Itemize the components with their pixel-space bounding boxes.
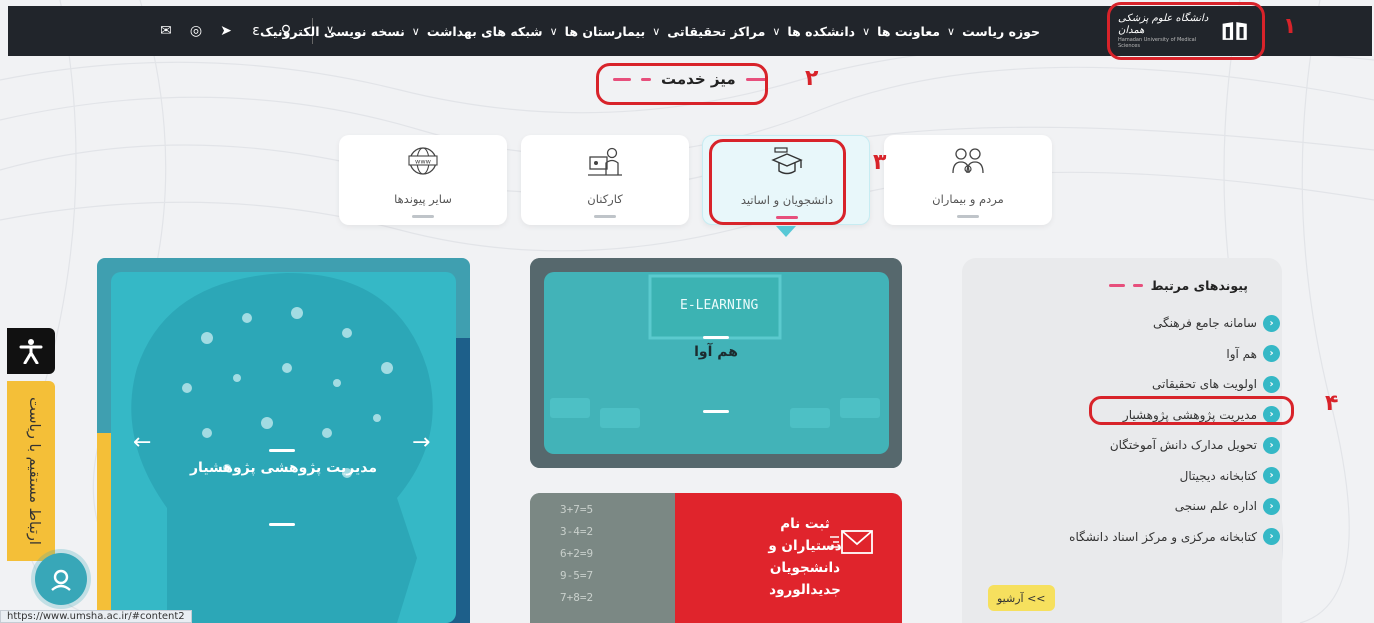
- chevron-left-icon: ‹: [1263, 375, 1280, 393]
- chevron-left-icon: ‹: [1263, 497, 1280, 515]
- menu-item-e-prescription[interactable]: نسخه نویسی الکترونیک: [260, 24, 405, 39]
- card-staff[interactable]: کارکنان: [521, 135, 689, 225]
- related-link[interactable]: ‹ سامانه جامع فرهنگی: [962, 308, 1282, 339]
- menu-item-faculties[interactable]: دانشکده ها: [787, 24, 855, 39]
- chevron-left-icon: ‹: [1263, 467, 1280, 485]
- elearning-dash-top: [703, 324, 729, 343]
- chevron-down-icon: ∨: [862, 24, 871, 38]
- elearning-dash-bottom: [703, 398, 729, 417]
- annotation-box-title: [596, 63, 768, 105]
- related-link[interactable]: ‹ کتابخانه مرکزی و مرکز اسناد دانشگاه: [962, 522, 1282, 553]
- web-icon: www: [408, 147, 438, 175]
- slider-title: مدیریت پژوهشی پژوهشیار: [190, 460, 377, 476]
- svg-text:3-4=2: 3-4=2: [560, 525, 593, 538]
- svg-text:3+7=5: 3+7=5: [560, 503, 593, 516]
- card-label: کارکنان: [587, 192, 623, 206]
- chevron-left-icon: ‹: [1263, 345, 1280, 363]
- slider-prev-arrow-icon[interactable]: ←: [133, 430, 151, 455]
- related-link[interactable]: ‹ کتابخانه دیجیتال: [962, 461, 1282, 492]
- related-link[interactable]: ‹ تحویل مدارک دانش آموختگان: [962, 430, 1282, 461]
- archive-button[interactable]: آرشیو <<: [988, 585, 1055, 611]
- slider-next-arrow-icon[interactable]: →: [412, 430, 430, 455]
- chalkboard-illustration: 3+7=5 3-4=2 6+2=9 9-5=7 7+8=2: [530, 493, 680, 623]
- title-dash: [1132, 284, 1143, 287]
- chevron-left-icon: ‹: [1263, 436, 1280, 454]
- related-links-list: ‹ سامانه جامع فرهنگی ‹ هم آوا ‹ اولویت های …: [962, 308, 1282, 552]
- menu-item-research-centers[interactable]: مراکز تحقیقاتی: [667, 24, 765, 39]
- annotation-number-1: ۱: [1283, 14, 1297, 39]
- main-menu: حوزه ریاست ∨ معاونت ها ∨ دانشکده ها ∨ مراکز…: [260, 6, 1040, 56]
- related-heading: پیوندهای مرتبط: [1150, 278, 1248, 293]
- registration-text: ثبت نام دستیاران و دانشجویان جدیدالورود: [768, 516, 842, 598]
- related-title: پیوندهای مرتبط: [1108, 278, 1248, 293]
- svg-text:www: www: [415, 158, 432, 166]
- telegram-icon[interactable]: ➤: [218, 23, 234, 39]
- support-chat-button[interactable]: [35, 553, 87, 605]
- registration-card[interactable]: 3+7=5 3-4=2 6+2=9 9-5=7 7+8=2 ثبت نام دس…: [530, 493, 902, 623]
- related-link[interactable]: ‹ اداره علم سنجی: [962, 491, 1282, 522]
- message-icon[interactable]: ✉: [158, 23, 174, 39]
- menu-item-presidency[interactable]: حوزه ریاست: [962, 24, 1040, 39]
- annotation-box-logo: [1107, 2, 1265, 60]
- active-card-pointer: [776, 226, 796, 237]
- board-text: E-LEARNING: [680, 298, 759, 313]
- svg-text:9-5=7: 9-5=7: [560, 569, 593, 582]
- menu-item-health-networks[interactable]: شبکه های بهداشت: [427, 24, 543, 39]
- menu-item-deputies[interactable]: معاونت ها: [877, 24, 940, 39]
- card-other-links[interactable]: www سایر پیوندها: [339, 135, 507, 225]
- chevron-down-icon: ∨: [772, 24, 781, 38]
- annotation-box-students: [709, 139, 846, 225]
- svg-text:6+2=9: 6+2=9: [560, 547, 593, 560]
- headset-icon: [51, 569, 71, 591]
- related-links-panel: پیوندهای مرتبط ‹ سامانه جامع فرهنگی ‹ هم آ…: [962, 258, 1282, 623]
- menu-item-hospitals[interactable]: بیمارستان ها: [565, 24, 646, 39]
- chevron-down-icon: ∨: [947, 24, 956, 38]
- chevron-down-icon: ∨: [652, 24, 661, 38]
- staff-icon: [588, 147, 622, 176]
- card-underline: [412, 215, 434, 218]
- annotation-number-3: ۳: [873, 150, 887, 175]
- card-people-patients[interactable]: مردم و بیماران: [884, 135, 1052, 225]
- chevron-down-icon: ∨: [549, 24, 558, 38]
- related-link[interactable]: ‹ اولویت های تحقیقاتی: [962, 369, 1282, 400]
- svg-text:7+8=2: 7+8=2: [560, 591, 593, 604]
- card-underline: [957, 215, 979, 218]
- elearning-card[interactable]: E-LEARNING هم آوا: [530, 258, 902, 468]
- slider-dash-top: [269, 437, 295, 456]
- title-dash: [1108, 284, 1125, 287]
- accessibility-icon: [19, 339, 43, 364]
- annotation-number-2: ۲: [805, 66, 819, 91]
- annotation-number-4: ۴: [1325, 391, 1339, 416]
- card-label: سایر پیوندها: [394, 192, 452, 206]
- chevron-left-icon: ‹: [1263, 314, 1280, 332]
- instagram-icon[interactable]: ◎: [188, 23, 204, 39]
- slider-dash-bottom: [269, 511, 295, 530]
- related-link[interactable]: ‹ هم آوا: [962, 339, 1282, 370]
- accessibility-button[interactable]: [7, 328, 55, 374]
- contact-president-tab[interactable]: ارتباط مستقیم با ریاست: [7, 381, 55, 561]
- status-bar-url: https://www.umsha.ac.ir/#content2: [0, 610, 192, 623]
- card-underline: [594, 215, 616, 218]
- chevron-down-icon: ∨: [411, 24, 420, 38]
- patients-icon: [952, 148, 984, 174]
- annotation-box-link: [1089, 396, 1294, 425]
- card-label: مردم و بیماران: [932, 192, 1004, 206]
- chevron-left-icon: ‹: [1263, 528, 1280, 546]
- elearning-title: هم آوا: [694, 344, 738, 360]
- contact-president-label: ارتباط مستقیم با ریاست: [26, 397, 42, 545]
